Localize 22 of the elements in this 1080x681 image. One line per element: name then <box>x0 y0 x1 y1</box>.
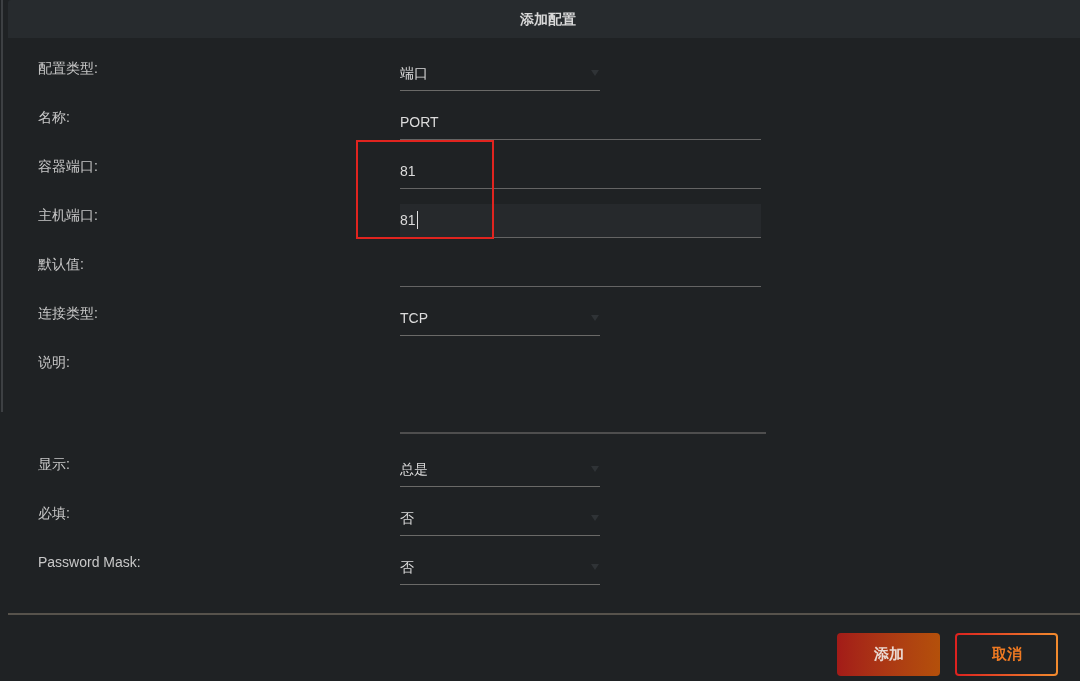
dropdown[interactable]: 否 <box>400 551 600 585</box>
field-label: 必填: <box>38 504 71 523</box>
text-field[interactable]: PORT <box>400 106 761 140</box>
field-label: 说明: <box>38 353 71 372</box>
dropdown[interactable]: TCP <box>400 302 600 336</box>
field-label: Password Mask: <box>38 553 142 572</box>
text-field[interactable]: 81 <box>400 204 761 238</box>
text-field[interactable]: 81 <box>400 155 761 189</box>
dropdown[interactable]: 否 <box>400 502 600 536</box>
field-label: 主机端口: <box>38 206 99 225</box>
field-label: 连接类型: <box>38 304 99 323</box>
cancel-button[interactable]: 取消 <box>955 633 1058 676</box>
dialog-title: 添加配置 <box>520 9 576 29</box>
field-label: 默认值: <box>38 255 85 274</box>
dropdown[interactable]: 端口 <box>400 57 600 91</box>
field-label: 容器端口: <box>38 157 99 176</box>
dropdown[interactable]: 总是 <box>400 453 600 487</box>
field-label: 配置类型: <box>38 59 99 78</box>
field-label: 名称: <box>38 108 71 127</box>
text-cursor-icon <box>416 210 418 229</box>
field-label: 显示: <box>38 455 71 474</box>
add-button[interactable]: 添加 <box>837 633 940 676</box>
